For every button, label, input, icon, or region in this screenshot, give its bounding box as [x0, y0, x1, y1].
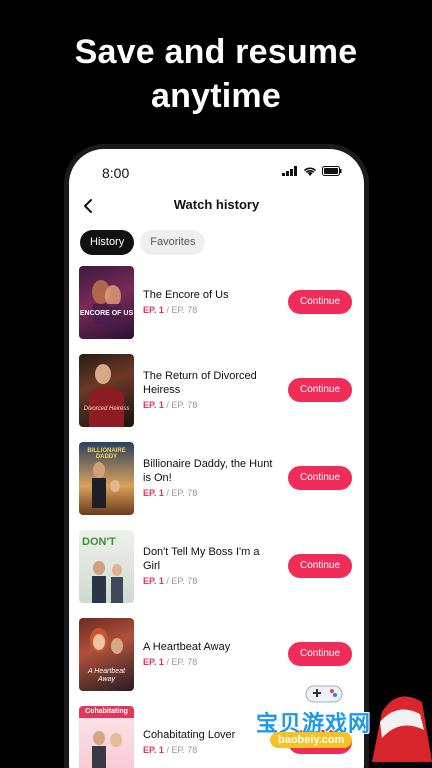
episode-current: EP. 1	[143, 400, 164, 410]
item-meta: A Heartbeat Away EP. 1 / EP. 78	[143, 640, 273, 667]
list-item[interactable]: DON'T Don't Tell My Boss I'm a Girl EP. …	[69, 530, 364, 618]
episode-current: EP. 1	[143, 488, 164, 498]
item-meta: Cohabitating Lover EP. 1 / EP. 78	[143, 728, 273, 755]
item-title: Don't Tell My Boss I'm a Girl	[143, 546, 260, 572]
episode-current: EP. 1	[143, 576, 164, 586]
episode-progress: EP. 1 / EP. 78	[143, 400, 273, 410]
battery-icon	[322, 166, 342, 176]
page-title: Watch history	[173, 197, 260, 212]
episode-total: / EP. 78	[166, 745, 198, 755]
item-title: Cohabitating Lover	[143, 729, 236, 741]
episode-total: / EP. 78	[166, 657, 198, 667]
poster-image[interactable]: BILLIONAIRE DADDY	[79, 442, 134, 515]
episode-total: / EP. 78	[166, 576, 198, 586]
signal-icon	[282, 166, 297, 176]
item-title: The Encore of Us	[143, 289, 229, 301]
status-icons	[282, 166, 342, 176]
list-item[interactable]: ENCORE OF US The Encore of Us EP. 1 / EP…	[69, 266, 364, 354]
poster-title: A Heartbeat Away	[87, 668, 126, 683]
episode-total: / EP. 78	[166, 305, 198, 315]
poster-title: Divorced Heiress	[83, 406, 130, 412]
poster-image[interactable]: DON'T	[79, 530, 134, 603]
poster-art	[92, 280, 121, 324]
poster-image[interactable]: Cohabitating	[79, 706, 134, 768]
gamepad-icon	[305, 685, 343, 703]
continue-button[interactable]: Continue	[288, 554, 352, 578]
poster-image[interactable]: A Heartbeat Away	[79, 618, 134, 691]
mascot-shape	[372, 696, 432, 762]
poster-image[interactable]: Divorced Heiress	[79, 354, 134, 427]
episode-progress: EP. 1 / EP. 78	[143, 576, 273, 586]
episode-total: / EP. 78	[166, 488, 198, 498]
tab-history[interactable]: History	[80, 230, 135, 255]
poster-title: Cohabitating	[79, 706, 134, 718]
episode-current: EP. 1	[143, 657, 164, 667]
item-meta: Billionaire Daddy, the Hunt is On! EP. 1…	[143, 457, 273, 498]
promo-headline: Save and resume anytime	[0, 30, 432, 118]
poster-title: DON'T	[82, 536, 116, 548]
continue-button[interactable]: Continue	[288, 378, 352, 402]
item-title: A Heartbeat Away	[143, 641, 231, 653]
episode-progress: EP. 1 / EP. 78	[143, 745, 273, 755]
item-meta: Don't Tell My Boss I'm a Girl EP. 1 / EP…	[143, 545, 273, 586]
nav-bar: Watch history	[69, 189, 364, 221]
poster-art	[89, 364, 124, 427]
status-time: 8:00	[102, 165, 130, 181]
episode-progress: EP. 1 / EP. 78	[143, 305, 273, 315]
continue-button[interactable]: Continue	[288, 466, 352, 490]
watermark-url: baobeiy.com	[270, 732, 353, 748]
item-title: Billionaire Daddy, the Hunt is On!	[143, 458, 273, 484]
episode-current: EP. 1	[143, 745, 164, 755]
continue-button[interactable]: Continue	[288, 642, 352, 666]
phone-frame: 8:00 Watch history History Favorites ENC…	[64, 144, 369, 768]
site-watermark: 宝贝游戏网 baobeiy.com	[256, 676, 432, 768]
item-meta: The Encore of Us EP. 1 / EP. 78	[143, 288, 273, 315]
tab-bar: History Favorites	[80, 230, 206, 255]
promo-headline-line1: Save and resume	[74, 33, 358, 71]
episode-total: / EP. 78	[166, 400, 198, 410]
episode-progress: EP. 1 / EP. 78	[143, 657, 273, 667]
episode-current: EP. 1	[143, 305, 164, 315]
item-title: The Return of Divorced Heiress	[143, 370, 257, 396]
wifi-icon	[303, 167, 317, 176]
promo-headline-line2: anytime	[151, 77, 281, 115]
poster-title: ENCORE OF US	[79, 310, 134, 317]
poster-title: BILLIONAIRE DADDY	[87, 448, 126, 460]
item-meta: The Return of Divorced Heiress EP. 1 / E…	[143, 369, 273, 410]
list-item[interactable]: Divorced Heiress The Return of Divorced …	[69, 354, 364, 442]
continue-button[interactable]: Continue	[288, 290, 352, 314]
poster-image[interactable]: ENCORE OF US	[79, 266, 134, 339]
list-item[interactable]: BILLIONAIRE DADDY Billionaire Daddy, the…	[69, 442, 364, 530]
tab-favorites[interactable]: Favorites	[140, 230, 206, 255]
episode-progress: EP. 1 / EP. 78	[143, 488, 273, 498]
